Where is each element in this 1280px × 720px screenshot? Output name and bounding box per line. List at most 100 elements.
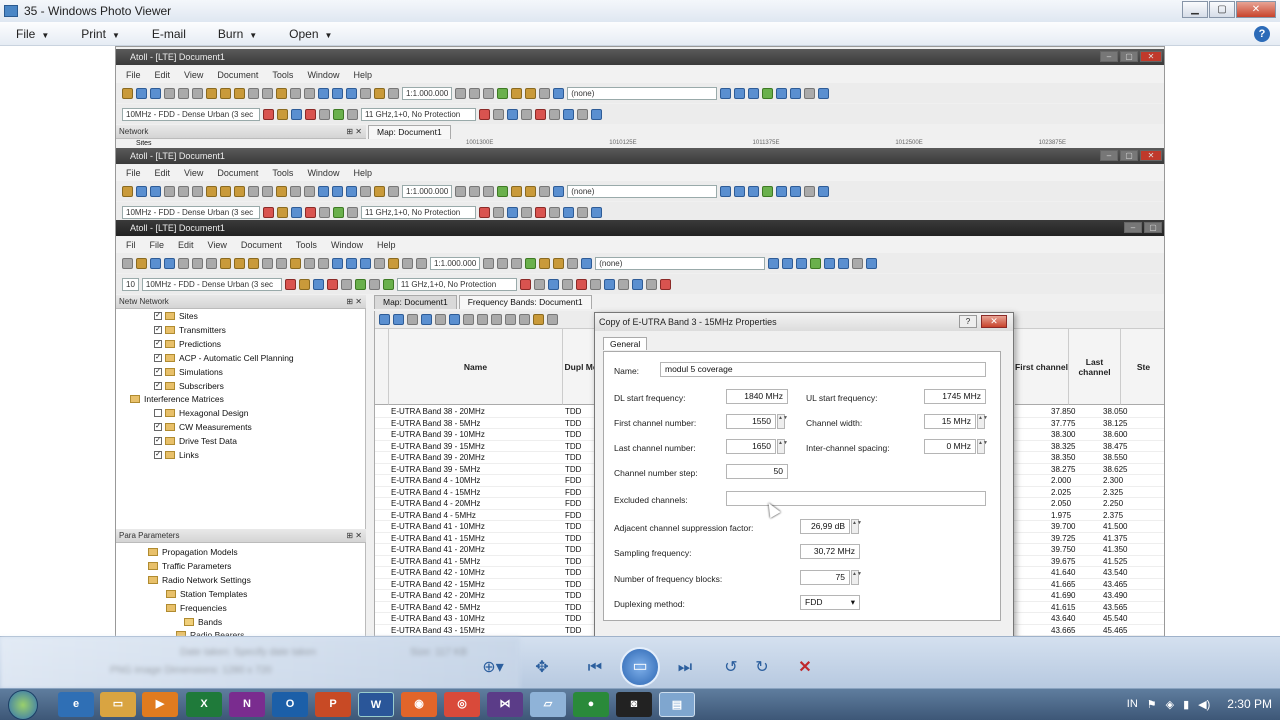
close-button[interactable]: ✕ [1236, 1, 1276, 18]
frequency-blocks-field[interactable]: 75 [800, 570, 850, 585]
tab-general[interactable]: General [603, 337, 648, 350]
tab-map[interactable]: Map: Document1 [368, 125, 451, 139]
last-channel-field[interactable]: 1650 [726, 439, 776, 454]
menu-open[interactable]: Open ▼ [273, 27, 348, 41]
param-item[interactable]: Propagation Models [148, 547, 238, 557]
zoom-icon[interactable]: ⊕▾ [478, 658, 508, 678]
menu-file[interactable]: File ▼ [0, 27, 65, 41]
col-last-channel[interactable]: Last channel [1069, 329, 1121, 405]
tree-item[interactable]: ✓ Subscribers [154, 381, 224, 391]
template-select[interactable]: 10MHz - FDD - Dense Urban (3 sec [122, 107, 260, 121]
scale-select-2[interactable]: 1:1.000.000 [402, 184, 453, 198]
atoll-menu-help[interactable]: Help [353, 70, 372, 80]
inter-channel-spacing-field[interactable]: 0 MHz [924, 439, 976, 454]
param-item[interactable]: Radio Network Settings [148, 575, 251, 585]
powerpoint-icon[interactable]: P [315, 692, 351, 717]
atoll-menu-edit[interactable]: Edit [155, 70, 171, 80]
tree-item[interactable]: Interference Matrices [130, 394, 224, 404]
word-icon[interactable]: W [358, 692, 394, 717]
first-channel-spinner[interactable]: ▲▼ [777, 414, 788, 429]
clock[interactable]: 2:30 PM [1227, 697, 1272, 711]
tree-item[interactable]: ✓ Predictions [154, 339, 221, 349]
tree-item[interactable]: ✓ Drive Test Data [154, 436, 237, 446]
layer-select-2[interactable]: (none) [567, 184, 718, 198]
tree-item[interactable]: ✓ ACP - Automatic Cell Planning [154, 353, 294, 363]
tree-item[interactable]: ✓ Simulations [154, 367, 223, 377]
outlook-icon[interactable]: O [272, 692, 308, 717]
duplexing-method-select[interactable]: FDD ▾ [800, 595, 860, 610]
network-icon[interactable]: ◈ [1166, 698, 1174, 711]
template-select-3[interactable]: 10MHz - FDD - Dense Urban (3 sec [141, 277, 282, 291]
checkbox[interactable]: ✓ [154, 312, 162, 320]
delete-icon[interactable]: ✕ [795, 658, 815, 678]
tree-item[interactable]: ✓ CW Measurements [154, 422, 252, 432]
menu-print[interactable]: Print ▼ [65, 27, 136, 41]
volume-icon[interactable]: ◀) [1198, 698, 1210, 711]
checkbox[interactable]: ✓ [154, 437, 162, 446]
tab-frequency-bands[interactable]: Frequency Bands: Document1 [458, 295, 592, 309]
col-name[interactable]: Name [389, 329, 563, 405]
minimize-button[interactable]: ▁ [1182, 1, 1208, 18]
excel-icon[interactable]: X [186, 692, 222, 717]
onenote-icon[interactable]: N [229, 692, 265, 717]
explorer-icon[interactable]: ▭ [100, 692, 136, 717]
chrome-icon[interactable]: ◎ [444, 692, 480, 717]
propagation-select-3[interactable]: 11 GHz,1+0, No Protection [396, 277, 517, 291]
tree-item[interactable]: ✓ Links [154, 450, 199, 460]
next-icon[interactable]: ⏭ [674, 658, 696, 678]
atoll-menu-view[interactable]: View [184, 70, 203, 80]
channel-step-field[interactable]: 50 [726, 464, 788, 479]
adjacent-suppression-field[interactable]: 26,99 dB [800, 519, 850, 534]
dialog-close-button[interactable]: ✕ [981, 315, 1007, 328]
checkbox[interactable]: ✓ [154, 353, 162, 362]
sampling-frequency-field[interactable]: 30,72 MHz [800, 544, 860, 559]
propagation-select[interactable]: 11 GHz,1+0, No Protection [361, 107, 476, 121]
layer-select-3[interactable]: (none) [595, 256, 766, 270]
atoll-taskbar-icon[interactable]: ▤ [659, 692, 695, 717]
channel-width-field[interactable]: 15 MHz [924, 414, 976, 429]
channel-width-spinner[interactable]: ▲▼ [977, 414, 988, 429]
prefix-field[interactable]: 10 [122, 277, 139, 291]
ie-icon[interactable]: e [58, 692, 94, 717]
inter-channel-spacing-spinner[interactable]: ▲▼ [977, 439, 988, 454]
checkbox[interactable]: ✓ [154, 423, 162, 432]
slideshow-icon[interactable]: ▭ [620, 647, 660, 687]
dialog-help-button[interactable]: ? [959, 315, 977, 328]
tab-map-document[interactable]: Map: Document1 [374, 295, 457, 309]
rotate-left-icon[interactable]: ↺ [721, 658, 741, 678]
atoll-menu-file[interactable]: File [126, 70, 141, 80]
app-icon-green[interactable]: ● [573, 692, 609, 717]
help-icon[interactable]: ? [1254, 26, 1270, 42]
scale-select-3[interactable]: 1:1.000.000 [430, 256, 481, 270]
actual-size-icon[interactable]: ✥ [532, 658, 552, 678]
param-item[interactable]: Bands [184, 617, 222, 627]
tree-item[interactable]: Hexagonal Design [154, 408, 248, 418]
col-step[interactable]: Ste [1121, 329, 1164, 405]
scale-select[interactable]: 1:1.000.000 [402, 86, 453, 100]
template-select-2[interactable]: 10MHz - FDD - Dense Urban (3 sec [122, 205, 260, 219]
checkbox[interactable]: ✓ [154, 451, 162, 459]
atoll-menu-window[interactable]: Window [307, 70, 339, 80]
checkbox[interactable]: ✓ [154, 367, 162, 376]
first-channel-field[interactable]: 1550 [726, 414, 776, 429]
camera-icon[interactable]: ◙ [616, 692, 652, 717]
previous-icon[interactable]: ⏮ [584, 658, 606, 678]
ul-start-field[interactable]: 1745 MHz [924, 389, 986, 404]
layer-select[interactable]: (none) [567, 86, 718, 100]
checkbox[interactable] [154, 409, 162, 418]
checkbox[interactable]: ✓ [154, 325, 162, 334]
photo-viewer-taskbar-icon[interactable]: ▱ [530, 692, 566, 717]
tree-item[interactable]: ✓ Sites [154, 311, 198, 321]
maximize-button[interactable]: ▢ [1209, 1, 1235, 18]
menu-email[interactable]: E-mail [136, 27, 202, 41]
atoll-menu-document[interactable]: Document [217, 70, 258, 80]
atoll-menu-tools[interactable]: Tools [272, 70, 293, 80]
last-channel-spinner[interactable]: ▲▼ [777, 439, 788, 454]
param-item[interactable]: Traffic Parameters [148, 561, 231, 571]
visual-studio-icon[interactable]: ⋈ [487, 692, 523, 717]
battery-icon[interactable]: ▮ [1183, 698, 1189, 711]
start-button-icon[interactable] [8, 690, 38, 720]
flag-icon[interactable]: ⚑ [1147, 698, 1157, 711]
menu-burn[interactable]: Burn ▼ [202, 27, 273, 41]
checkbox[interactable]: ✓ [154, 339, 162, 348]
